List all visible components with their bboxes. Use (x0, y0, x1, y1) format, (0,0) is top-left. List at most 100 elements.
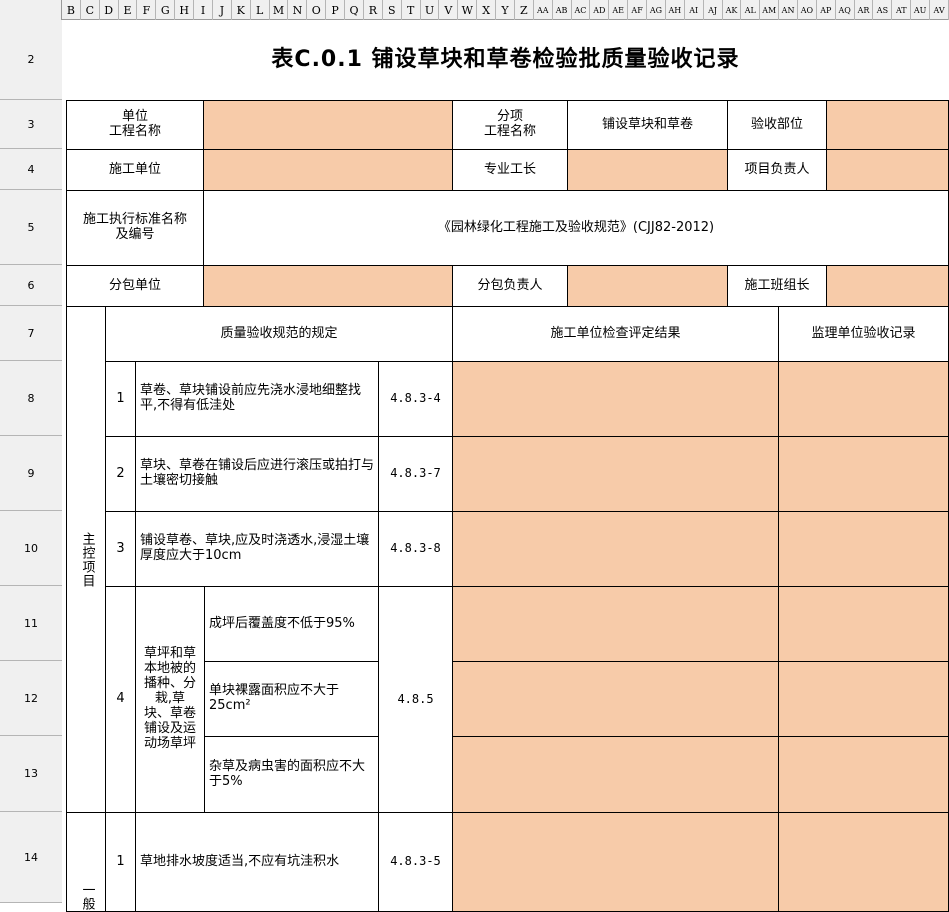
column-header-q[interactable]: Q (345, 0, 364, 20)
item-4-2-supervision-record[interactable] (778, 661, 949, 737)
item-4-3-supervision-record[interactable] (778, 736, 949, 813)
column-header-n[interactable]: N (288, 0, 308, 20)
row-header-14[interactable]: 14 (0, 812, 62, 903)
column-header-s[interactable]: S (383, 0, 402, 20)
team-leader-label: 施工班组长 (727, 265, 827, 307)
item-2-supervision-record[interactable] (778, 436, 949, 512)
inspection-part-field[interactable] (826, 100, 949, 150)
column-header-ai[interactable]: AI (685, 0, 704, 20)
row-header-3[interactable]: 3 (0, 100, 62, 149)
column-header-ak[interactable]: AK (723, 0, 742, 20)
general-item-1-text: 草地排水坡度适当,不应有坑洼积水 (135, 812, 379, 912)
column-header-m[interactable]: M (270, 0, 289, 20)
row-header-11[interactable]: 11 (0, 586, 62, 661)
column-header-aj[interactable]: AJ (704, 0, 723, 20)
item-1-construction-result[interactable] (452, 361, 779, 437)
item-4-sub-2: 单块裸露面积应不大于25cm² (204, 661, 379, 737)
column-header-t[interactable]: T (402, 0, 421, 20)
row-header-12[interactable]: 12 (0, 661, 62, 736)
column-header-p[interactable]: P (326, 0, 346, 20)
column-header-ac[interactable]: AC (572, 0, 591, 20)
column-header-g[interactable]: G (156, 0, 176, 20)
item-1-clause: 4.8.3-4 (378, 361, 453, 437)
column-header-au[interactable]: AU (911, 0, 931, 20)
column-header-aa[interactable]: AA (534, 0, 553, 20)
item-1-supervision-record[interactable] (778, 361, 949, 437)
column-header-ap[interactable]: AP (817, 0, 836, 20)
column-header-e[interactable]: E (119, 0, 138, 20)
supervision-record-header: 监理单位验收记录 (778, 306, 949, 362)
sub-project-name-label: 分项 工程名称 (452, 100, 568, 150)
general-items-category: 一般 (66, 812, 106, 912)
column-header-av[interactable]: AV (930, 0, 949, 20)
column-header-af[interactable]: AF (628, 0, 648, 20)
column-header-an[interactable]: AN (779, 0, 798, 20)
general-item-1-construction-result[interactable] (452, 812, 779, 912)
column-header-h[interactable]: H (175, 0, 195, 20)
column-header-l[interactable]: L (251, 0, 270, 20)
item-4-3-construction-result[interactable] (452, 736, 779, 813)
column-header-aq[interactable]: AQ (836, 0, 855, 20)
project-leader-field[interactable] (826, 149, 949, 191)
row-header-8[interactable]: 8 (0, 361, 62, 436)
column-header-i[interactable]: I (194, 0, 213, 20)
team-leader-field[interactable] (826, 265, 949, 307)
row-header-7[interactable]: 7 (0, 306, 62, 361)
column-header-d[interactable]: D (100, 0, 119, 20)
column-header-ae[interactable]: AE (609, 0, 629, 20)
item-3-construction-result[interactable] (452, 511, 779, 587)
subcontract-unit-label: 分包单位 (66, 265, 204, 307)
row-header-6[interactable]: 6 (0, 265, 62, 306)
item-2-construction-result[interactable] (452, 436, 779, 512)
main-items-category: 主控项目 (66, 306, 106, 813)
column-header-am[interactable]: AM (760, 0, 780, 20)
column-header-ad[interactable]: AD (590, 0, 610, 20)
subcontract-leader-field[interactable] (567, 265, 728, 307)
column-header-r[interactable]: R (364, 0, 383, 20)
standard-value[interactable]: 《园林绿化工程施工及验收规范》(CJJ82-2012) (203, 190, 949, 266)
item-4-1-construction-result[interactable] (452, 586, 779, 662)
column-header-ao[interactable]: AO (798, 0, 817, 20)
row-header-13[interactable]: 13 (0, 736, 62, 812)
main-items-label: 主控项目 (79, 531, 95, 588)
column-header-ah[interactable]: AH (666, 0, 685, 20)
column-header-k[interactable]: K (232, 0, 251, 20)
row-header-2[interactable]: 2 (0, 20, 62, 100)
sub-project-name-value[interactable]: 铺设草块和草卷 (567, 100, 728, 150)
item-3-clause: 4.8.3-8 (378, 511, 453, 587)
column-header-z[interactable]: Z (515, 0, 534, 20)
unit-project-name-label: 单位 工程名称 (66, 100, 204, 150)
column-header-ag[interactable]: AG (647, 0, 666, 20)
construction-unit-field[interactable] (203, 149, 453, 191)
construction-unit-label: 施工单位 (66, 149, 204, 191)
foreman-field[interactable] (567, 149, 728, 191)
column-header-v[interactable]: V (439, 0, 459, 20)
column-header-u[interactable]: U (421, 0, 440, 20)
column-header-ar[interactable]: AR (855, 0, 874, 20)
row-header-4[interactable]: 4 (0, 149, 62, 190)
column-header-j[interactable]: J (213, 0, 232, 20)
column-header-at[interactable]: AT (892, 0, 912, 20)
item-3-supervision-record[interactable] (778, 511, 949, 587)
column-header-w[interactable]: W (458, 0, 478, 20)
column-header-ab[interactable]: AB (553, 0, 572, 20)
column-header-x[interactable]: X (477, 0, 497, 20)
row-header-5[interactable]: 5 (0, 190, 62, 265)
column-header-al[interactable]: AL (741, 0, 761, 20)
column-header-y[interactable]: Y (496, 0, 515, 20)
item-4-1-supervision-record[interactable] (778, 586, 949, 662)
column-header-c[interactable]: C (81, 0, 100, 20)
column-header-o[interactable]: O (307, 0, 327, 20)
column-header-f[interactable]: F (137, 0, 157, 20)
foreman-label: 专业工长 (452, 149, 568, 191)
row-header-10[interactable]: 10 (0, 511, 62, 586)
row-header-9[interactable]: 9 (0, 436, 62, 511)
general-item-1-supervision-record[interactable] (778, 812, 949, 912)
select-all-corner[interactable] (0, 0, 62, 20)
item-4-2-construction-result[interactable] (452, 661, 779, 737)
column-header-b[interactable]: B (62, 0, 81, 20)
subcontract-unit-field[interactable] (203, 265, 453, 307)
item-2-text: 草块、草卷在铺设后应进行滚压或拍打与土壤密切接触 (135, 436, 379, 512)
column-header-as[interactable]: AS (874, 0, 893, 20)
unit-project-name-field[interactable] (203, 100, 453, 150)
